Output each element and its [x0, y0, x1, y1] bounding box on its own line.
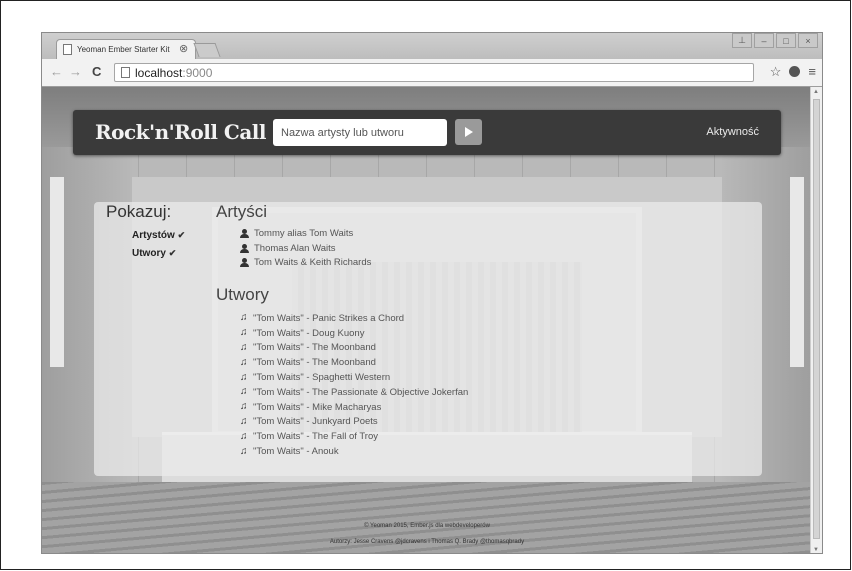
song-title: "Tom Waits" - The Passionate & Objective…	[253, 386, 469, 398]
figure-frame: Yeoman Ember Starter Kit ⊗ ⊥ – □ × ← → C…	[0, 0, 851, 570]
footer-authors: Autorzy: Jesse Cravens @jdcravens i Thom…	[329, 539, 525, 545]
page-viewport: Rock'n'Roll Call Aktywność Pokazuj: Arty…	[42, 87, 812, 553]
title-bar: Yeoman Ember Starter Kit ⊗ ⊥ – □ ×	[42, 33, 822, 59]
song-title: "Tom Waits" - The Fall of Troy	[253, 431, 378, 443]
tab-close-icon[interactable]: ⊗	[179, 42, 188, 55]
url-host: localhost	[135, 66, 183, 80]
user-icon	[240, 258, 249, 268]
footer-copyright: © Yeoman 2015, Ember.js dla webdeveloper…	[364, 523, 490, 529]
song-item[interactable]: ♫ "Tom Waits" - Junkyard Poets	[240, 415, 468, 430]
music-note-icon: ♫	[240, 445, 248, 457]
tab-title: Yeoman Ember Starter Kit	[77, 45, 170, 54]
play-icon	[464, 127, 473, 137]
extension-icon[interactable]	[789, 66, 801, 77]
music-note-icon: ♫	[240, 386, 248, 398]
bookmark-star-icon[interactable]: ☆	[770, 64, 782, 80]
address-bar[interactable]: localhost:9000	[114, 63, 754, 82]
brand-logo[interactable]: Rock'n'Roll Call	[95, 120, 266, 144]
url-text: localhost:9000	[135, 66, 212, 80]
music-note-icon: ♫	[240, 327, 248, 339]
song-item[interactable]: ♫ "Tom Waits" - The Moonband	[240, 341, 468, 356]
scroll-up-icon[interactable]: ▲	[813, 89, 819, 95]
scroll-down-icon[interactable]: ▼	[813, 547, 819, 553]
artist-name: Thomas Alan Waits	[254, 242, 336, 254]
music-note-icon: ♫	[240, 415, 248, 427]
music-note-icon: ♫	[240, 356, 248, 368]
filter-title: Pokazuj:	[106, 202, 172, 221]
user-icon	[240, 243, 249, 253]
user-icon	[240, 228, 249, 238]
song-title: "Tom Waits" - The Moonband	[253, 357, 376, 369]
url-port: :9000	[182, 66, 213, 80]
music-note-icon: ♫	[240, 341, 248, 353]
artist-name: Tom Waits & Keith Richards	[254, 257, 372, 269]
song-title: "Tom Waits" - Doug Kuony	[253, 327, 365, 339]
browser-window: Yeoman Ember Starter Kit ⊗ ⊥ – □ × ← → C…	[41, 32, 823, 554]
page-favicon-icon	[63, 44, 72, 55]
artist-item[interactable]: Tom Waits & Keith Richards	[240, 256, 371, 271]
song-title: "Tom Waits" - The Moonband	[253, 342, 376, 354]
song-title: "Tom Waits" - Anouk	[253, 446, 339, 458]
page-icon	[121, 67, 130, 78]
filter-songs-label: Utwory	[132, 248, 166, 259]
user-profile-button[interactable]: ⊥	[732, 33, 752, 48]
new-tab-button[interactable]	[193, 43, 221, 57]
song-title: "Tom Waits" - Spaghetti Western	[253, 372, 391, 384]
music-note-icon: ♫	[240, 430, 248, 442]
songs-heading: Utwory	[216, 285, 269, 304]
song-title: "Tom Waits" - Mike Macharyas	[253, 401, 382, 413]
activity-link[interactable]: Aktywność	[706, 126, 759, 138]
close-window-button[interactable]: ×	[798, 33, 818, 48]
app-navbar: Rock'n'Roll Call Aktywność	[73, 110, 781, 155]
music-note-icon: ♫	[240, 401, 248, 413]
song-item[interactable]: ♫ "Tom Waits" - The Passionate & Objectiv…	[240, 385, 468, 400]
search-button[interactable]	[455, 119, 482, 145]
artist-item[interactable]: Tommy alias Tom Waits	[240, 226, 371, 241]
maximize-button[interactable]: □	[776, 33, 796, 48]
artists-heading: Artyści	[216, 202, 267, 221]
music-note-icon: ♫	[240, 371, 248, 383]
song-title: "Tom Waits" - Junkyard Poets	[253, 416, 378, 428]
song-item[interactable]: ♫ "Tom Waits" - Anouk	[240, 444, 468, 459]
song-item[interactable]: ♫ "Tom Waits" - Panic Strikes a Chord	[240, 311, 468, 326]
song-title: "Tom Waits" - Panic Strikes a Chord	[253, 312, 405, 324]
filter-artists[interactable]: Artystów ✔	[132, 230, 185, 241]
song-item[interactable]: ♫ "Tom Waits" - The Moonband	[240, 355, 468, 370]
background-window-right	[790, 177, 804, 367]
browser-toolbar: ← → C localhost:9000 ☆ ≡	[42, 59, 822, 87]
song-item[interactable]: ♫ "Tom Waits" - Mike Macharyas	[240, 400, 468, 415]
filter-songs[interactable]: Utwory ✔	[132, 248, 176, 259]
song-item[interactable]: ♫ "Tom Waits" - The Fall of Troy	[240, 429, 468, 444]
music-note-icon: ♫	[240, 312, 248, 324]
page-scrollbar[interactable]: ▲ ▼	[810, 87, 822, 553]
background-window-left	[50, 177, 64, 367]
reload-icon[interactable]: C	[92, 64, 101, 79]
menu-icon[interactable]: ≡	[808, 64, 816, 80]
minimize-button[interactable]: –	[754, 33, 774, 48]
song-item[interactable]: ♫ "Tom Waits" - Spaghetti Western	[240, 370, 468, 385]
check-icon: ✔	[168, 248, 177, 258]
filter-artists-label: Artystów	[132, 230, 175, 241]
songs-list: ♫ "Tom Waits" - Panic Strikes a Chord ♫ "T…	[240, 311, 468, 459]
forward-arrow-icon[interactable]: →	[69, 64, 82, 79]
artists-list: Tommy alias Tom Waits Thomas Alan Waits …	[240, 226, 371, 270]
browser-tab[interactable]: Yeoman Ember Starter Kit ⊗	[56, 39, 196, 59]
toolbar-right: ☆ ≡	[770, 64, 816, 80]
check-icon: ✔	[177, 230, 186, 240]
scroll-thumb[interactable]	[813, 99, 820, 539]
window-controls: ⊥ – □ ×	[732, 33, 818, 49]
song-item[interactable]: ♫ "Tom Waits" - Doug Kuony	[240, 326, 468, 341]
search-input[interactable]	[273, 119, 447, 146]
back-arrow-icon[interactable]: ←	[50, 64, 63, 79]
results-panel: Pokazuj: Artystów ✔ Utwory ✔ Artyści Tom…	[94, 202, 762, 476]
artist-item[interactable]: Thomas Alan Waits	[240, 241, 371, 256]
artist-name: Tommy alias Tom Waits	[254, 227, 354, 239]
